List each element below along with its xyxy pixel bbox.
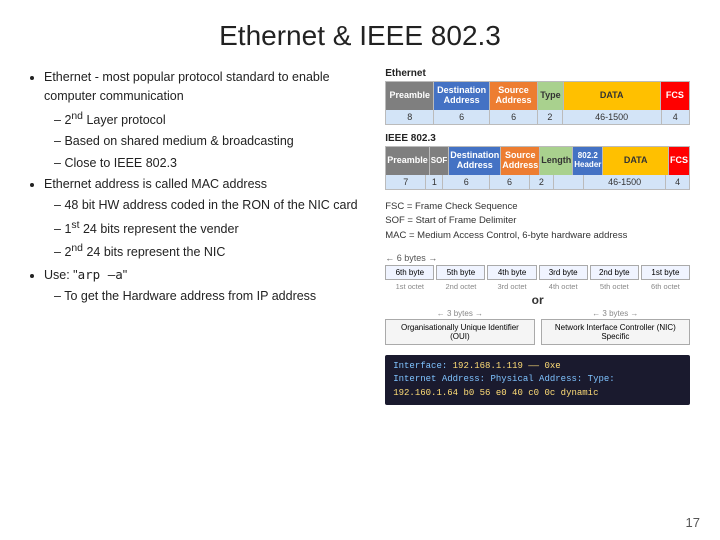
terminal-line2-label: Internet Address: Physical Address: Type… <box>393 374 614 384</box>
bullet-list: Ethernet - most popular protocol standar… <box>30 68 365 307</box>
octet-label-1: 1st octet <box>385 282 434 291</box>
ieee-num-data: 46-1500 <box>584 175 666 189</box>
byte-boxes-row: 6th byte 5th byte 4th byte 3rd byte 2nd … <box>385 265 690 280</box>
ieee-data-cell: DATA <box>603 147 669 175</box>
ieee-src-cell: SourceAddress <box>501 147 540 175</box>
eth-preamble-cell: Preamble <box>386 82 434 110</box>
octet-label-4: 4th octet <box>539 282 588 291</box>
byte-box-5: 5th byte <box>436 265 485 280</box>
eth-num-src: 6 <box>490 110 538 124</box>
three-bytes-label-2: ← 3 bytes → <box>541 309 690 318</box>
sub-item-2-2: 1st 24 bits represent the vender <box>54 218 365 240</box>
byte-box-1: 1st byte <box>641 265 690 280</box>
three-bytes-labels: ← 3 bytes → ← 3 bytes → <box>385 309 690 319</box>
byte-box-4: 4th byte <box>487 265 536 280</box>
octet-label-5: 5th octet <box>590 282 639 291</box>
sub-item-1-3: Close to IEEE 802.3 <box>54 154 365 173</box>
ieee-8021-cell: 802.2Header <box>573 147 603 175</box>
ieee-dst-cell: DestinationAddress <box>449 147 501 175</box>
octet-labels-row: 1st octet 2nd octet 3rd octet 4th octet … <box>385 282 690 291</box>
eth-num-fcs: 4 <box>662 110 689 124</box>
ieee-num-length: 2 <box>530 175 554 189</box>
three-bytes-label-1: ← 3 bytes → <box>385 309 534 318</box>
terminal-line3: 192.160.1.64 b0 56 e0 40 c0 0c dynamic <box>393 388 598 398</box>
sub-item-3-1: To get the Hardware address from IP addr… <box>54 287 365 306</box>
eth-num-preamble: 8 <box>386 110 434 124</box>
eth-data-cell: DATA <box>564 82 661 110</box>
sub-list-3: To get the Hardware address from IP addr… <box>44 287 365 306</box>
ieee-num-dst: 6 <box>443 175 490 189</box>
sub-list-1: 2nd Layer protocol Based on shared mediu… <box>44 109 365 173</box>
byte-box-6: 6th byte <box>385 265 434 280</box>
slide: Ethernet & IEEE 802.3 Ethernet - most po… <box>0 0 720 540</box>
ieee-num-row: 7 1 6 6 2 46-1500 4 <box>386 175 689 189</box>
ethernet-frame-section: Ethernet Preamble DestinationAddress Sou… <box>385 68 690 127</box>
eth-num-dst: 6 <box>434 110 490 124</box>
eth-type-cell: Type <box>538 82 564 110</box>
six-bytes-header: ← 6 bytes → <box>385 253 690 263</box>
ieee-num-preamble: 7 <box>386 175 426 189</box>
oui-nic-row: Organisationally Unique Identifier (OUI)… <box>385 319 690 345</box>
sub-item-1-1: 2nd Layer protocol <box>54 109 365 131</box>
octet-label-6: 6th octet <box>641 282 690 291</box>
octet-label-3: 3rd octet <box>487 282 536 291</box>
ieee-num-8021 <box>554 175 584 189</box>
ethernet-num-row: 8 6 6 2 46-1500 4 <box>386 110 689 124</box>
eth-num-type: 2 <box>538 110 563 124</box>
byte-box-2: 2nd byte <box>590 265 639 280</box>
ieee-num-src: 6 <box>490 175 530 189</box>
bullet-3: Use: "arp –a" <box>44 265 365 285</box>
ieee-sof-cell: SOF <box>430 147 449 175</box>
eth-fcs-cell: FCS <box>661 82 689 110</box>
ieee-frame-diagram: Preamble SOF DestinationAddress SourceAd… <box>385 146 690 190</box>
content-area: Ethernet - most popular protocol standar… <box>30 68 690 520</box>
eth-num-data: 46-1500 <box>563 110 662 124</box>
oui-box: Organisationally Unique Identifier (OUI) <box>385 319 534 345</box>
left-column: Ethernet - most popular protocol standar… <box>30 68 365 520</box>
oui-label: Organisationally Unique Identifier (OUI) <box>390 323 529 341</box>
eth-src-cell: SourceAddress <box>490 82 538 110</box>
right-column: Ethernet Preamble DestinationAddress Sou… <box>385 68 690 520</box>
terminal-line1-label: Interface: <box>393 361 452 371</box>
sub-item-2-3: 2nd 24 bits represent the NIC <box>54 241 365 263</box>
ieee-length-cell: Length <box>540 147 573 175</box>
sub-item-1-2: Based on shared medium & broadcasting <box>54 132 365 151</box>
sub-item-2-1: 48 bit HW address coded in the RON of th… <box>54 196 365 215</box>
ethernet-frame-row: Preamble DestinationAddress SourceAddres… <box>386 82 689 110</box>
ieee-frame-row: Preamble SOF DestinationAddress SourceAd… <box>386 147 689 175</box>
ieee-num-sof: 1 <box>426 175 443 189</box>
legend-mac: MAC = Medium Access Control, 6-byte hard… <box>385 229 690 243</box>
sub-list-2: 48 bit HW address coded in the RON of th… <box>44 196 365 262</box>
slide-title: Ethernet & IEEE 802.3 <box>30 20 690 52</box>
ieee-preamble-cell: Preamble <box>386 147 430 175</box>
slide-number: 17 <box>686 515 700 530</box>
ieee-frame-section: IEEE 802.3 Preamble SOF DestinationAddre… <box>385 133 690 192</box>
byte-box-3: 3rd byte <box>539 265 588 280</box>
bullet-2: Ethernet address is called MAC address <box>44 175 365 194</box>
legend-sof: SOF = Start of Frame Delimiter <box>385 214 690 228</box>
legend-section: FSC = Frame Check Sequence SOF = Start o… <box>385 200 690 243</box>
ethernet-frame-diagram: Preamble DestinationAddress SourceAddres… <box>385 81 690 125</box>
ethernet-label: Ethernet <box>385 68 690 79</box>
nic-label: Network Interface Controller (NIC) Speci… <box>546 323 685 341</box>
ieee-label: IEEE 802.3 <box>385 133 690 144</box>
eth-dst-cell: DestinationAddress <box>434 82 490 110</box>
terminal-line1-val: 192.168.1.119 —— 0xe <box>453 361 561 371</box>
legend-fsc: FSC = Frame Check Sequence <box>385 200 690 214</box>
ieee-fcs-cell: FCS <box>669 147 689 175</box>
terminal-output: Interface: 192.168.1.119 —— 0xe Internet… <box>385 355 690 406</box>
ieee-num-fcs: 4 <box>666 175 689 189</box>
nic-box: Network Interface Controller (NIC) Speci… <box>541 319 690 345</box>
or-label: or <box>385 293 690 307</box>
octet-label-2: 2nd octet <box>436 282 485 291</box>
mac-diagram-section: ← 6 bytes → 6th byte 5th byte 4th byte 3… <box>385 253 690 345</box>
bullet-1: Ethernet - most popular protocol standar… <box>44 68 365 173</box>
